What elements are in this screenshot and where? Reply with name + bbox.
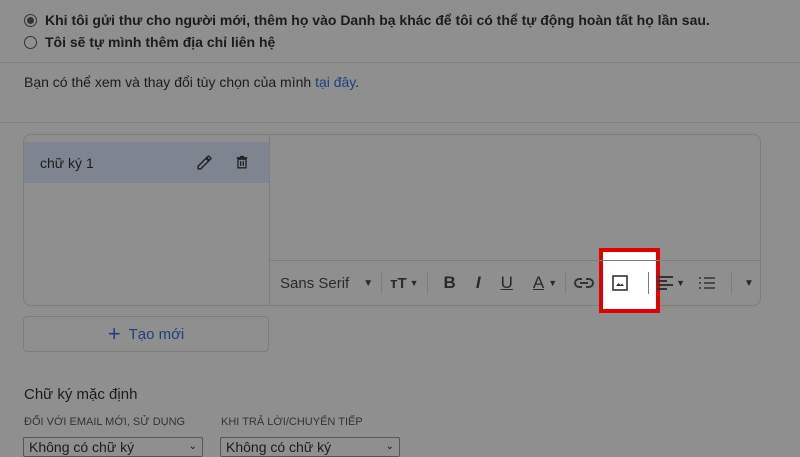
radio-label: Tôi sẽ tự mình thêm địa chỉ liên hệ [45, 34, 276, 50]
insert-image-icon[interactable] [612, 275, 628, 291]
separator [565, 272, 567, 294]
radio-checked-icon [24, 13, 37, 27]
plus-icon: + [107, 321, 121, 346]
pencil-icon[interactable] [196, 154, 213, 171]
divider [0, 62, 800, 63]
preferences-link[interactable]: tại đây [315, 74, 355, 90]
radio-auto-add-contacts[interactable]: Khi tôi gửi thư cho người mới, thêm họ v… [24, 12, 710, 28]
button-label: Tạo mới [128, 325, 185, 343]
more-formatting-icon[interactable]: ▼ [744, 278, 754, 289]
link-icon[interactable] [574, 277, 595, 289]
divider [0, 122, 800, 123]
new-email-label: ĐỐI VỚI EMAIL MỚI, SỬ DỤNG [24, 416, 186, 428]
dropdown-arrow-icon: ▼ [409, 278, 419, 288]
font-select[interactable]: Sans Serif [280, 275, 349, 292]
italic-button[interactable]: I [476, 273, 481, 293]
formatting-toolbar: Sans Serif ▼ тT ▼ B I U A ▼ ▼ ▼ [270, 260, 760, 305]
dropdown-arrow-icon: ▼ [676, 278, 686, 288]
trash-icon[interactable] [234, 154, 250, 171]
separator [426, 272, 428, 294]
reply-signature-select[interactable]: Không có chữ ký ⌄ [220, 437, 400, 457]
underline-button[interactable]: U [501, 273, 513, 293]
create-new-signature-button[interactable]: + Tạo mới [23, 316, 269, 352]
new-email-signature-select[interactable]: Không có chữ ký ⌄ [23, 437, 203, 457]
bold-button[interactable]: B [444, 273, 456, 293]
preferences-text: Bạn có thể xem và thay đổi tùy chọn của … [24, 74, 360, 90]
reply-label: KHI TRẢ LỜI/CHUYỂN TIẾP [221, 416, 363, 428]
radio-label: Khi tôi gửi thư cho người mới, thêm họ v… [45, 12, 710, 28]
align-icon[interactable] [657, 276, 674, 290]
signature-name: chữ ký 1 [40, 154, 94, 171]
dropdown-arrow-icon: ▼ [548, 278, 558, 288]
separator [381, 272, 383, 294]
radio-manual-add-contacts[interactable]: Tôi sẽ tự mình thêm địa chỉ liên hệ [24, 34, 275, 50]
signature-text-area[interactable] [270, 135, 760, 260]
numbered-list-icon[interactable] [699, 276, 716, 290]
signature-item[interactable]: chữ ký 1 [24, 142, 269, 183]
default-signature-title: Chữ ký mặc định [24, 386, 138, 403]
dropdown-arrow-icon[interactable]: ▼ [363, 278, 373, 289]
separator [731, 272, 733, 294]
radio-unchecked-icon [24, 35, 37, 49]
separator [648, 272, 650, 294]
font-size-button[interactable]: тT [390, 275, 407, 292]
text-color-button[interactable]: A [533, 273, 544, 293]
